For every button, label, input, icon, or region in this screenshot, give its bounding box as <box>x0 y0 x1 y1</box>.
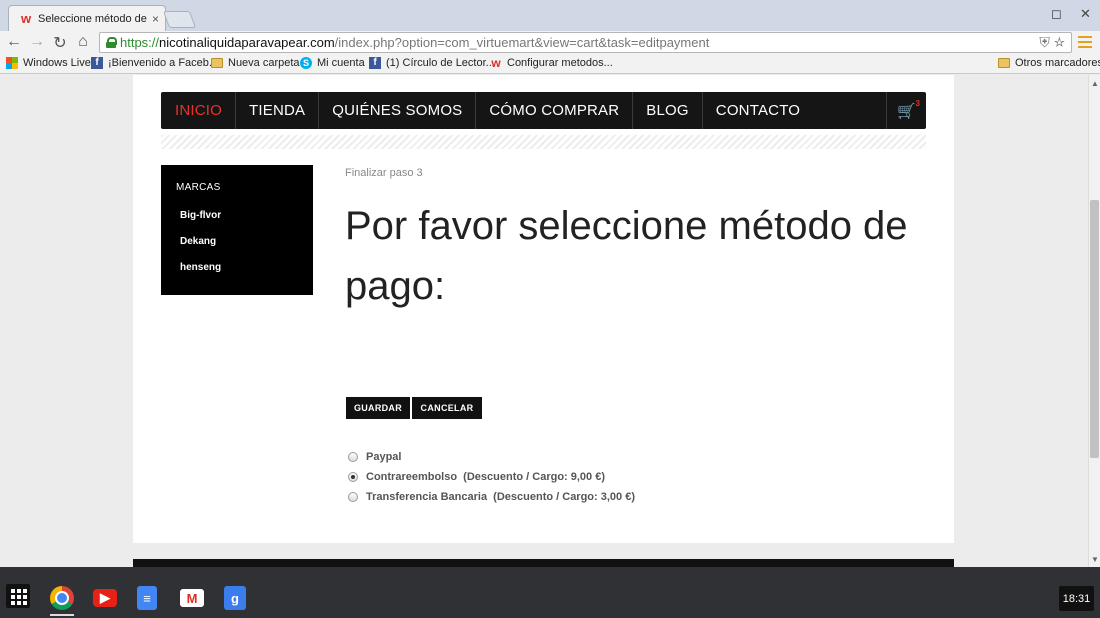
sidebar-brand-link[interactable]: Big-flvor <box>180 210 221 221</box>
google-icon[interactable]: g <box>224 586 246 610</box>
payment-option-paypal[interactable]: Paypal <box>348 451 401 463</box>
bookmark-item[interactable]: Nueva carpeta <box>211 57 300 69</box>
bookmark-label: Windows Live <box>23 57 91 69</box>
browser-tab[interactable]: w Seleccione método de pago × <box>8 5 166 31</box>
tab-strip: w Seleccione método de pago × ◻ ✕ <box>0 0 1100 31</box>
bookmarks-bar: Windows Live f ¡Bienvenido a Faceb... Nu… <box>0 55 1100 74</box>
page-title: Por favor seleccione método de pago: <box>345 204 908 308</box>
cart-icon: 🛒 <box>897 102 916 120</box>
app-launcher-icon[interactable] <box>6 584 30 608</box>
shield-icon[interactable]: ⛨ <box>1039 34 1050 50</box>
site-icon: w <box>491 56 501 70</box>
active-app-indicator <box>50 614 74 616</box>
payment-radio[interactable] <box>348 492 358 502</box>
payment-option-label: Contrareembolso (Descuento / Cargo: 9,00… <box>366 471 605 483</box>
payment-option-label: Paypal <box>366 451 402 463</box>
nav-item-contacto[interactable]: CONTACTO <box>703 92 813 129</box>
payment-option-label: Transferencia Bancaria (Descuento / Carg… <box>366 491 635 503</box>
decorative-divider <box>161 135 926 149</box>
other-bookmarks-label: Otros marcadores <box>1015 57 1100 69</box>
folder-icon <box>998 58 1010 68</box>
bookmark-item[interactable]: S Mi cuenta <box>300 57 365 69</box>
browser-menu-icon[interactable] <box>1078 36 1092 50</box>
tab-close-icon[interactable]: × <box>152 12 159 26</box>
back-arrow-icon[interactable]: ← <box>5 33 23 51</box>
bookmark-label: Nueva carpeta <box>228 57 300 69</box>
bookmark-item[interactable]: f ¡Bienvenido a Faceb... <box>91 57 218 69</box>
save-button[interactable]: GUARDAR <box>346 397 410 419</box>
bookmark-item[interactable]: w Configurar metodos... <box>490 56 613 70</box>
scrollbar-thumb[interactable] <box>1090 200 1099 458</box>
windows-icon <box>6 57 18 69</box>
facebook-icon: f <box>91 57 103 69</box>
youtube-icon[interactable]: ▶ <box>93 589 117 607</box>
main-nav: INICIO TIENDA QUIÉNES SOMOS CÓMO COMPRAR… <box>161 92 926 129</box>
restore-window-icon[interactable]: ◻ <box>1051 6 1062 22</box>
tab-title: Seleccione método de pago <box>38 12 148 25</box>
site-favicon-icon: w <box>20 11 32 26</box>
chrome-icon[interactable] <box>50 586 74 610</box>
checkout-step: Finalizar paso 3 <box>345 167 423 179</box>
payment-radio[interactable] <box>348 452 358 462</box>
system-clock[interactable]: 18:31 <box>1059 586 1094 611</box>
payment-option-bank-transfer[interactable]: Transferencia Bancaria (Descuento / Carg… <box>348 491 635 503</box>
folder-icon <box>211 58 223 68</box>
os-taskbar <box>0 577 1100 618</box>
sidebar-brand-link[interactable]: henseng <box>180 262 221 273</box>
facebook-icon: f <box>369 57 381 69</box>
browser-toolbar: ← → ↻ ⌂ https://nicotinaliquidaparavapea… <box>0 31 1100 55</box>
url-host: nicotinaliquidaparavapear.com <box>159 35 335 50</box>
sidebar-brand-link[interactable]: Dekang <box>180 236 216 247</box>
url-scheme: https:// <box>120 35 160 50</box>
bookmark-label: Configurar metodos... <box>507 57 613 69</box>
bookmark-label: Mi cuenta <box>317 57 365 69</box>
url-text: https://nicotinaliquidaparavapear.com/in… <box>120 35 709 50</box>
bookmark-item[interactable]: f (1) Círculo de Lector... <box>369 57 495 69</box>
skype-icon: S <box>300 57 312 69</box>
lock-icon <box>106 37 117 48</box>
scroll-up-arrow-icon[interactable]: ▲ <box>1091 79 1099 88</box>
payment-radio[interactable] <box>348 472 358 482</box>
bookmark-item[interactable]: Windows Live <box>6 57 91 69</box>
home-icon[interactable]: ⌂ <box>74 33 92 51</box>
footer-bar <box>133 559 954 567</box>
nav-item-tienda[interactable]: TIENDA <box>236 92 320 129</box>
bookmark-label: (1) Círculo de Lector... <box>386 57 495 69</box>
other-bookmarks[interactable]: Otros marcadores <box>998 57 1100 69</box>
nav-item-como-comprar[interactable]: CÓMO COMPRAR <box>476 92 634 129</box>
nav-item-blog[interactable]: BLOG <box>633 92 703 129</box>
cart-count-badge: 3 <box>915 99 920 108</box>
page-viewport: INICIO TIENDA QUIÉNES SOMOS CÓMO COMPRAR… <box>0 75 1088 567</box>
gmail-icon[interactable]: M <box>180 589 204 607</box>
brands-sidebar: MARCAS Big-flvor Dekang henseng <box>161 165 313 295</box>
page-scrollbar[interactable]: ▲ ▼ <box>1088 75 1100 567</box>
nav-item-quienes-somos[interactable]: QUIÉNES SOMOS <box>319 92 477 129</box>
omnibox-actions: ⛨ ☆ <box>1039 34 1065 51</box>
bookmark-label: ¡Bienvenido a Faceb... <box>108 57 219 69</box>
close-window-icon[interactable]: ✕ <box>1080 6 1091 22</box>
payment-option-cash-on-delivery[interactable]: Contrareembolso (Descuento / Cargo: 9,00… <box>348 471 605 483</box>
shelf-edge <box>0 567 1100 577</box>
docs-icon[interactable]: ≡ <box>137 586 157 610</box>
bookmark-star-icon[interactable]: ☆ <box>1054 34 1065 50</box>
reload-icon[interactable]: ↻ <box>51 33 69 53</box>
sidebar-title: MARCAS <box>176 182 221 193</box>
scroll-down-arrow-icon[interactable]: ▼ <box>1091 555 1099 564</box>
new-tab-button[interactable] <box>162 11 197 28</box>
forward-arrow-icon[interactable]: → <box>28 33 46 51</box>
address-bar[interactable]: https://nicotinaliquidaparavapear.com/in… <box>99 32 1072 53</box>
cart-button[interactable]: 🛒 3 <box>886 92 926 129</box>
url-path: /index.php?option=com_virtuemart&view=ca… <box>334 35 710 50</box>
nav-item-inicio[interactable]: INICIO <box>161 92 237 129</box>
cancel-button[interactable]: CANCELAR <box>412 397 482 419</box>
